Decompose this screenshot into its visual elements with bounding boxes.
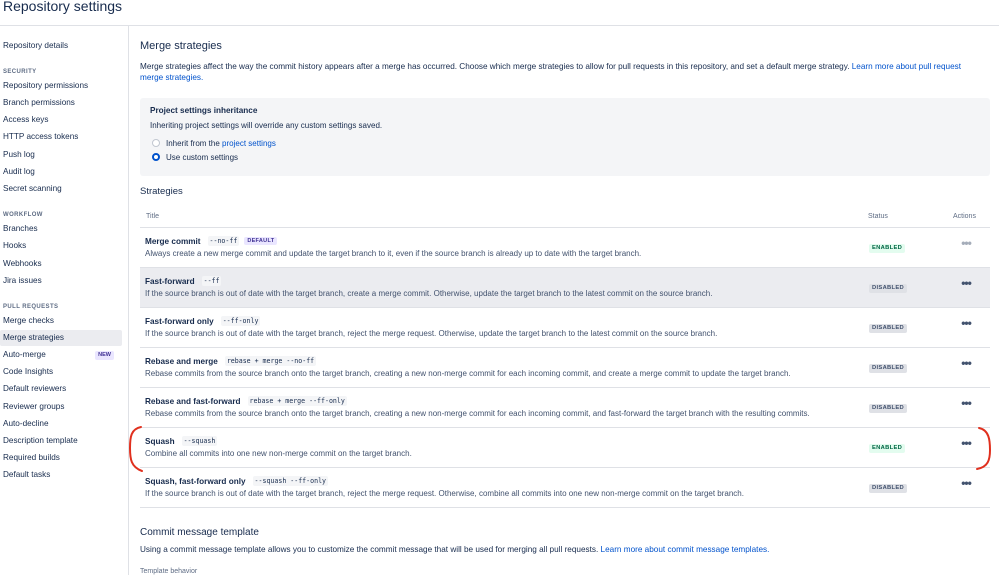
radio-custom[interactable]: Use custom settings	[152, 151, 238, 163]
more-actions-icon[interactable]: •••	[958, 437, 974, 452]
radio-inherit-label: Inherit from the	[166, 138, 223, 148]
sidebar-item-auto-merge[interactable]: Auto-merge NEW	[0, 347, 122, 363]
status-badge: DISABLED	[869, 284, 908, 293]
commit-template-title: Commit message template	[140, 527, 259, 538]
sidebar-item-push-log[interactable]: Push log	[0, 147, 122, 163]
status-badge: ENABLED	[869, 444, 906, 453]
sidebar-item-reviewer-groups[interactable]: Reviewer groups	[0, 399, 122, 415]
more-actions-icon[interactable]: •••	[958, 277, 974, 292]
inheritance-panel: Project settings inheritance Inheriting …	[140, 98, 990, 176]
sidebar-item-repository-permissions[interactable]: Repository permissions	[0, 78, 122, 94]
more-actions-icon[interactable]: •••	[958, 397, 974, 412]
strategy-description: If the source branch is out of date with…	[145, 289, 713, 298]
page-title: Repository settings	[3, 0, 123, 14]
sidebar-item-code-insights[interactable]: Code Insights	[0, 364, 122, 380]
sidebar-item-default-tasks[interactable]: Default tasks	[0, 467, 122, 483]
strategy-description: Always create a new merge commit and upd…	[145, 249, 642, 258]
strategy-name: Fast-forward only --ff-only	[145, 316, 261, 326]
sidebar-item-auto-decline[interactable]: Auto-decline	[0, 416, 122, 432]
strategies-title: Strategies	[140, 186, 183, 197]
sidebar-item-http-access-tokens[interactable]: HTTP access tokens	[0, 129, 122, 145]
inheritance-description: Inheriting project settings will overrid…	[150, 121, 383, 130]
template-behavior-label: Template behavior	[140, 568, 198, 575]
strategy-description: Rebase commits from the source branch on…	[145, 369, 791, 378]
sidebar-section-security: SECURITY	[3, 69, 37, 75]
commit-template-description: Using a commit message template allows y…	[140, 545, 770, 554]
sidebar-item-default-reviewers[interactable]: Default reviewers	[0, 381, 122, 397]
strategy-row-rebase-and-merge[interactable]: Rebase and merge rebase + merge --no-ff …	[140, 348, 990, 388]
description-text: Merge strategies affect the way the comm…	[140, 62, 850, 71]
strategy-name: Squash, fast-forward only --squash --ff-…	[145, 476, 329, 486]
radio-custom-label: Use custom settings	[166, 152, 239, 162]
strategy-description: If the source branch is out of date with…	[145, 489, 744, 498]
sidebar-item-required-builds[interactable]: Required builds	[0, 450, 122, 466]
new-badge: NEW	[95, 351, 114, 360]
column-actions: Actions	[953, 213, 976, 220]
status-badge: DISABLED	[869, 484, 908, 493]
sidebar-section-workflow: WORKFLOW	[3, 212, 43, 218]
strategy-flag: --ff-only	[220, 316, 261, 326]
project-settings-link[interactable]: project settings	[222, 139, 276, 148]
more-actions-icon[interactable]: •••	[958, 237, 974, 252]
header-divider	[0, 25, 999, 26]
radio-unchecked-icon[interactable]	[152, 139, 160, 147]
sidebar-item-label: Auto-merge	[3, 350, 46, 359]
strategy-description: If the source branch is out of date with…	[145, 329, 718, 338]
sidebar-item-secret-scanning[interactable]: Secret scanning	[0, 181, 122, 197]
strategy-row-rebase-and-fast-forward[interactable]: Rebase and fast-forward rebase + merge -…	[140, 388, 990, 428]
section-title: Merge strategies	[140, 40, 222, 52]
column-title: Title	[146, 213, 159, 220]
strategy-flag: --squash	[181, 436, 218, 446]
radio-checked-icon[interactable]	[152, 153, 160, 161]
strategy-name: Rebase and fast-forward rebase + merge -…	[145, 396, 347, 406]
column-status: Status	[868, 213, 888, 220]
sidebar-item-description-template[interactable]: Description template	[0, 433, 122, 449]
strategy-row-squash[interactable]: Squash --squash Combine all commits into…	[140, 428, 990, 468]
sidebar-item-branch-permissions[interactable]: Branch permissions	[0, 95, 122, 111]
strategy-flag: rebase + merge --ff-only	[247, 396, 347, 406]
strategy-flag: --ff	[201, 276, 222, 286]
sidebar-divider	[128, 26, 129, 575]
commit-template-learn-more-link[interactable]: Learn more about commit message template…	[601, 545, 770, 554]
sidebar-item-merge-strategies[interactable]: Merge strategies	[0, 330, 122, 346]
strategy-row-merge-commit[interactable]: Merge commit --no-ff DEFAULT Always crea…	[140, 228, 990, 268]
sidebar-item-merge-checks[interactable]: Merge checks	[0, 313, 122, 329]
strategy-row-fast-forward[interactable]: Fast-forward --ff If the source branch i…	[140, 268, 990, 308]
sidebar-item-branches[interactable]: Branches	[0, 221, 122, 237]
strategy-flag: --squash --ff-only	[252, 476, 329, 486]
strategy-name: Rebase and merge rebase + merge --no-ff	[145, 356, 317, 366]
status-badge: DISABLED	[869, 324, 908, 333]
strategy-description: Rebase commits from the source branch on…	[145, 409, 810, 418]
strategies-table-header: Title Status Actions	[140, 210, 990, 228]
radio-inherit[interactable]: Inherit from the project settings	[152, 137, 276, 149]
strategy-name: Squash --squash	[145, 436, 218, 446]
sidebar-item-repository-details[interactable]: Repository details	[0, 38, 122, 54]
strategy-name: Fast-forward --ff	[145, 276, 222, 286]
sidebar-item-jira-issues[interactable]: Jira issues	[0, 273, 122, 289]
default-badge: DEFAULT	[244, 237, 278, 245]
strategy-description: Combine all commits into one new non-mer…	[145, 449, 412, 458]
strategy-flag: rebase + merge --no-ff	[224, 356, 317, 366]
sidebar-item-hooks[interactable]: Hooks	[0, 238, 122, 254]
status-badge: DISABLED	[869, 364, 908, 373]
more-actions-icon[interactable]: •••	[958, 477, 974, 492]
sidebar-item-webhooks[interactable]: Webhooks	[0, 256, 122, 272]
sidebar-section-pull-requests: PULL REQUESTS	[3, 304, 59, 310]
more-actions-icon[interactable]: •••	[958, 357, 974, 372]
sidebar-item-audit-log[interactable]: Audit log	[0, 164, 122, 180]
more-actions-icon[interactable]: •••	[958, 317, 974, 332]
strategy-name: Merge commit --no-ff DEFAULT	[145, 236, 278, 246]
strategy-row-fast-forward-only[interactable]: Fast-forward only --ff-only If the sourc…	[140, 308, 990, 348]
strategy-flag: --no-ff	[207, 236, 240, 246]
status-badge: DISABLED	[869, 404, 908, 413]
inheritance-title: Project settings inheritance	[150, 106, 258, 115]
status-badge: ENABLED	[869, 244, 906, 253]
section-description: Merge strategies affect the way the comm…	[140, 61, 990, 83]
sidebar-item-access-keys[interactable]: Access keys	[0, 112, 122, 128]
strategy-row-squash-fast-forward-only[interactable]: Squash, fast-forward only --squash --ff-…	[140, 468, 990, 508]
